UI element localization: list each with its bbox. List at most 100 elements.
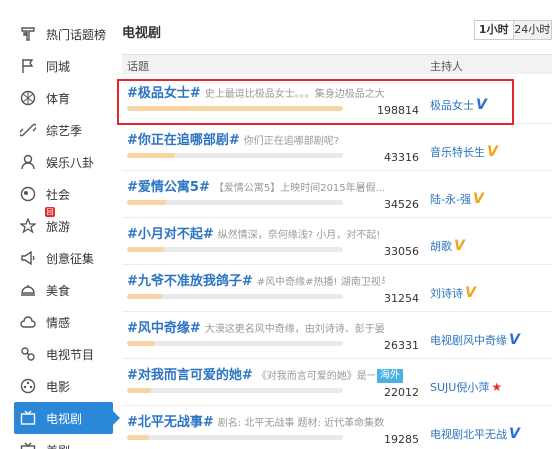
heat-bar-fill bbox=[127, 200, 166, 205]
active-indicator-arrow bbox=[113, 411, 120, 425]
link-icon bbox=[20, 122, 36, 138]
tab-1-hour[interactable]: 1小时 bbox=[475, 21, 513, 39]
time-range-tabs: 1小时 24小时 bbox=[474, 20, 552, 40]
discussion-count: 43316 bbox=[384, 151, 419, 164]
topic-link[interactable]: #你正在追哪部剧# bbox=[127, 133, 240, 148]
sidebar-item-label: 电视剧 bbox=[46, 411, 83, 426]
host-name: 音乐特长生 bbox=[430, 146, 485, 159]
dish-icon bbox=[20, 282, 36, 298]
topic-link[interactable]: #爱情公寓5# bbox=[127, 180, 210, 195]
topic-description: 大漠这更名风中奇缘，由刘诗诗、彭于晏、胡... bbox=[204, 324, 385, 335]
column-header-host: 主持人 bbox=[430, 60, 463, 73]
tv-program-icon bbox=[20, 346, 36, 362]
sidebar-item-variety[interactable]: 综艺季 bbox=[14, 114, 113, 146]
sidebar-item-movies[interactable]: 电影 bbox=[14, 370, 113, 402]
sidebar-item-label: 美食 bbox=[46, 283, 71, 298]
sidebar-item-tv-programs[interactable]: 电视节目 bbox=[14, 338, 113, 370]
topic-description: #风中奇缘#热播! 湖南卫视与微... bbox=[256, 277, 385, 288]
flag-icon bbox=[20, 58, 36, 74]
sidebar-item-label: 热门话题榜 bbox=[46, 27, 107, 42]
sidebar-item-label: 情感 bbox=[46, 315, 71, 330]
heat-bar bbox=[127, 388, 343, 393]
discussion-count: 33056 bbox=[384, 245, 419, 258]
heat-bar bbox=[127, 435, 343, 440]
sidebar-item-local[interactable]: 同城 bbox=[14, 50, 113, 82]
sidebar-item-hot-topics[interactable]: 热门话题榜 bbox=[14, 18, 113, 50]
heat-bar bbox=[127, 153, 343, 158]
host-link[interactable]: 电视剧北平无战 V bbox=[430, 426, 520, 442]
topic-link[interactable]: #极品女士# bbox=[127, 86, 201, 101]
verified-blue-icon: V bbox=[476, 97, 487, 113]
table-row: #极品女士# 史上最逗比极品女士。。。集身边极品之大成... 198814 极品女… bbox=[122, 78, 552, 124]
host-link[interactable]: 音乐特长生 V bbox=[430, 144, 498, 160]
tv-icon bbox=[20, 442, 36, 449]
verified-gold-icon: V bbox=[487, 144, 498, 160]
discussion-count: 31254 bbox=[384, 292, 419, 305]
topic-description: 纵然情深，奈何缘浅? 小月，对不起! bbox=[217, 230, 381, 241]
verified-gold-icon: V bbox=[472, 191, 484, 207]
verified-gold-icon: V bbox=[465, 285, 476, 301]
star-badge-icon: ★ bbox=[491, 380, 503, 394]
table-row: #风中奇缘#大漠这更名风中奇缘，由刘诗诗、彭于晏、胡... 26331 电视剧风… bbox=[122, 313, 552, 359]
sidebar-item-travel[interactable]: 回 旅游 bbox=[14, 207, 113, 242]
heat-bar-fill bbox=[127, 247, 164, 252]
verified-blue-icon: V bbox=[509, 332, 520, 348]
sidebar-item-entertainment[interactable]: 娱乐八卦 bbox=[14, 146, 113, 178]
tab-24-hours[interactable]: 24小时 bbox=[512, 21, 551, 39]
topic-link[interactable]: #风中奇缘# bbox=[127, 321, 201, 336]
topic-link[interactable]: #小月对不起# bbox=[127, 227, 214, 242]
sidebar-item-label: 同城 bbox=[46, 59, 71, 74]
heat-bar-fill bbox=[127, 294, 162, 299]
sidebar-item-society[interactable]: 社会 bbox=[14, 178, 113, 210]
topic-description: 史上最逗比极品女士。。。集身边极品之大成... bbox=[204, 89, 385, 100]
discussion-count: 19285 bbox=[384, 433, 419, 446]
host-name: 电视剧北平无战 bbox=[430, 428, 507, 441]
sidebar-item-label: 美剧 bbox=[46, 442, 70, 449]
megaphone-icon bbox=[20, 250, 36, 266]
sidebar-item-us-dramas[interactable]: 美剧 bbox=[14, 434, 113, 449]
host-name: 极品女士 bbox=[430, 99, 474, 112]
host-link[interactable]: SUJU倪小萍 ★ bbox=[430, 379, 502, 395]
host-name: 胡歌 bbox=[430, 240, 452, 253]
page-title: 电视剧 bbox=[122, 26, 162, 41]
sidebar-item-emotion[interactable]: 情感 bbox=[14, 306, 113, 338]
topic-description: 《对我而言可爱的她》是一部... bbox=[256, 371, 375, 382]
host-link[interactable]: 极品女士 V bbox=[430, 97, 487, 113]
sidebar-item-label: 电视节目 bbox=[46, 347, 95, 362]
heat-bar bbox=[127, 106, 343, 111]
sidebar-item-ideas[interactable]: 创意征集 bbox=[14, 242, 113, 274]
sidebar-item-sports[interactable]: 体育 bbox=[14, 82, 113, 114]
host-link[interactable]: 陆-永-强 V bbox=[430, 191, 484, 207]
sidebar-item-label: 娱乐八卦 bbox=[46, 155, 95, 170]
topic-link[interactable]: #北平无战事# bbox=[127, 415, 214, 430]
main-panel: 电视剧 1小时 24小时 话题 主持人 #极品女士# 史上最逗比极品女士。。。集身… bbox=[122, 0, 552, 449]
heat-bar-fill bbox=[127, 106, 343, 111]
heat-bar bbox=[127, 341, 343, 346]
tv-icon bbox=[20, 410, 36, 426]
host-name: 陆-永-强 bbox=[430, 193, 471, 206]
table-row: #对我而言可爱的她#《对我而言可爱的她》是一部... 海外 22012 SUJU… bbox=[122, 360, 552, 406]
host-name: 刘诗诗 bbox=[430, 287, 463, 300]
cloud-icon bbox=[20, 314, 36, 330]
new-badge: 回 bbox=[45, 207, 55, 217]
heat-bar-fill bbox=[127, 435, 149, 440]
overseas-tag: 海外 bbox=[377, 369, 403, 383]
discussion-count: 34526 bbox=[384, 198, 419, 211]
sidebar-item-label: 创意征集 bbox=[46, 251, 95, 266]
heat-bar-fill bbox=[127, 388, 151, 393]
heat-bar bbox=[127, 294, 343, 299]
host-link[interactable]: 电视剧风中奇缘 V bbox=[430, 332, 520, 348]
sidebar: 热门话题榜 同城 体育 综艺季 娱乐八卦 社会 回 旅游 创意征集 美食 情感 … bbox=[0, 0, 113, 449]
star-icon bbox=[20, 218, 36, 234]
table-row: #九爷不准放我鸽子##风中奇缘#热播! 湖南卫视与微... 31254 刘诗诗V bbox=[122, 266, 552, 312]
host-link[interactable]: 胡歌 V bbox=[430, 238, 465, 254]
hot-topics-icon bbox=[20, 26, 36, 42]
person-icon bbox=[20, 154, 36, 170]
sidebar-item-tv-dramas[interactable]: 电视剧 bbox=[14, 402, 113, 434]
topic-link[interactable]: #对我而言可爱的她# bbox=[127, 368, 253, 383]
topic-description: 【爱情公寓5】上映时间2015年暑假... bbox=[213, 183, 385, 194]
sidebar-item-food[interactable]: 美食 bbox=[14, 274, 113, 306]
host-link[interactable]: 刘诗诗 V bbox=[430, 285, 476, 301]
discussion-count: 198814 bbox=[377, 104, 419, 117]
topic-link[interactable]: #九爷不准放我鸽子# bbox=[127, 274, 253, 289]
